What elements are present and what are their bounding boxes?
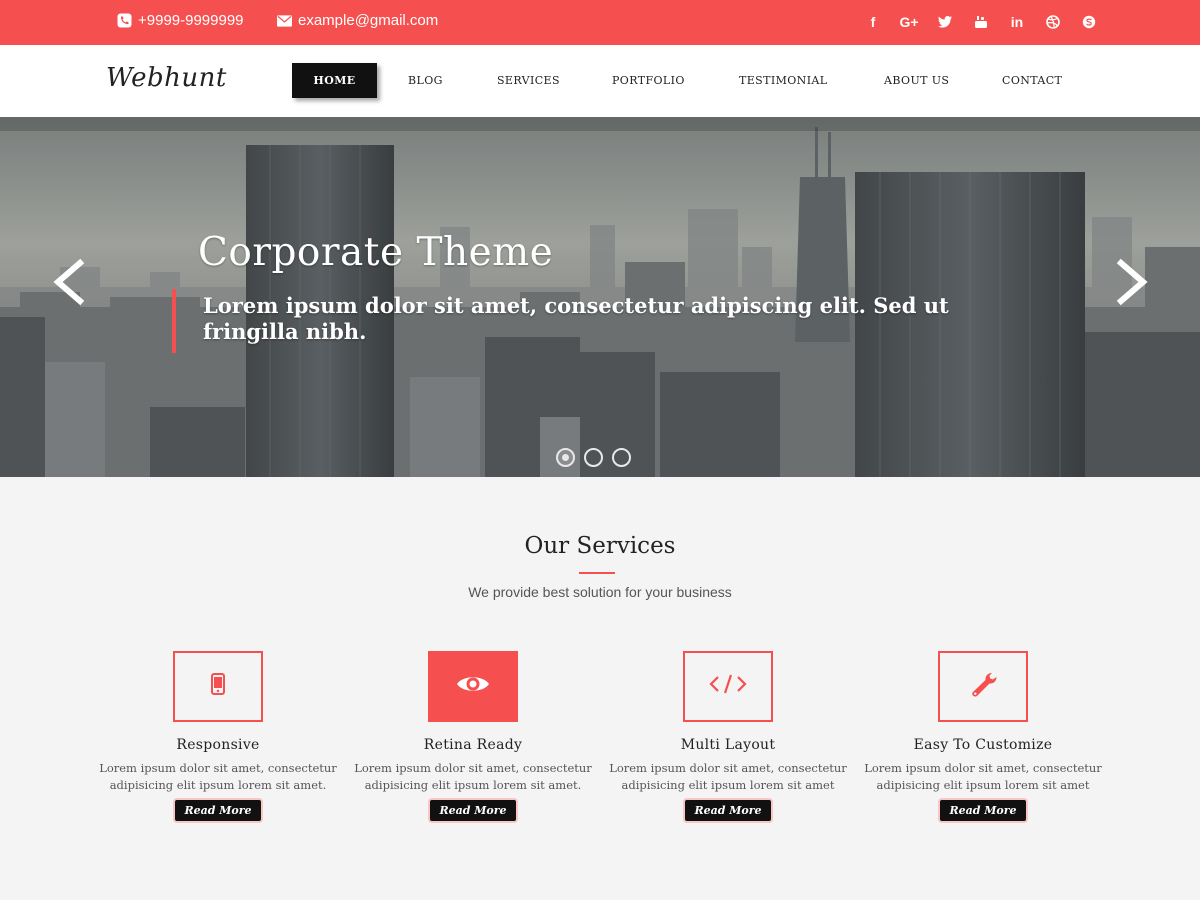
service-card-responsive: Responsive Lorem ipsum dolor sit amet, c…: [88, 651, 348, 821]
phone-contact[interactable]: +9999-9999999: [117, 12, 244, 29]
envelope-icon: [277, 13, 292, 28]
service-title: Easy To Customize: [913, 737, 1053, 753]
chevron-right-icon[interactable]: [1113, 257, 1153, 307]
hero-accent-bar: [172, 289, 176, 353]
read-more-button[interactable]: Read More: [175, 800, 261, 821]
service-title: Multi Layout: [680, 737, 776, 753]
eye-icon: [455, 673, 491, 700]
email-contact[interactable]: example@gmail.com: [277, 12, 438, 29]
service-icon-box: [173, 651, 263, 722]
email-address: example@gmail.com: [298, 12, 439, 29]
services-title: Our Services: [524, 533, 676, 559]
nav-item-blog[interactable]: BLOG: [408, 74, 443, 87]
skype-icon[interactable]: [1071, 12, 1107, 32]
slider-dots: [556, 448, 631, 467]
youtube-icon[interactable]: [963, 12, 999, 32]
read-more-button[interactable]: Read More: [685, 800, 771, 821]
phone-icon: [117, 13, 132, 28]
nav-item-contact[interactable]: CONTACT: [1002, 74, 1062, 87]
code-icon: [709, 673, 747, 700]
slider-dot-3[interactable]: [612, 448, 631, 467]
title-underline: [579, 572, 615, 574]
chevron-left-icon[interactable]: [48, 257, 88, 307]
read-more-button[interactable]: Read More: [430, 800, 516, 821]
linkedin-icon[interactable]: in: [999, 12, 1035, 32]
service-description: Lorem ipsum dolor sit amet, consectetur …: [99, 761, 337, 792]
nav-item-services[interactable]: SERVICES: [497, 74, 560, 87]
mobile-icon: [211, 673, 225, 700]
slider-dot-1[interactable]: [556, 448, 575, 467]
facebook-icon[interactable]: f: [855, 12, 891, 32]
nav-item-testimonial[interactable]: TESTIMONIAL: [739, 74, 828, 87]
service-title: Responsive: [176, 737, 260, 753]
nav-item-portfolio[interactable]: PORTFOLIO: [612, 74, 685, 87]
service-description: Lorem ipsum dolor sit amet, consectetur …: [354, 761, 592, 792]
hero-subtitle: Lorem ipsum dolor sit amet, consectetur …: [203, 293, 949, 344]
site-header: Webhunt HOME BLOG SERVICES PORTFOLIO TES…: [0, 45, 1200, 117]
nav-item-home[interactable]: HOME: [292, 63, 377, 98]
twitter-icon[interactable]: [927, 12, 963, 32]
hero-slider: Corporate Theme Lorem ipsum dolor sit am…: [0, 117, 1200, 477]
service-description: Lorem ipsum dolor sit amet, consectetur …: [609, 761, 847, 792]
service-icon-box: [938, 651, 1028, 722]
google-plus-icon[interactable]: G+: [891, 12, 927, 32]
phone-number: +9999-9999999: [138, 12, 244, 29]
nav-item-about-us[interactable]: ABOUT US: [884, 74, 949, 87]
top-bar: +9999-9999999 example@gmail.com f G+ in: [0, 0, 1200, 45]
read-more-button[interactable]: Read More: [940, 800, 1026, 821]
slider-dot-2[interactable]: [584, 448, 603, 467]
service-icon-box: [428, 651, 518, 722]
service-card-easy-to-customize: Easy To Customize Lorem ipsum dolor sit …: [853, 651, 1113, 821]
service-card-retina-ready: Retina Ready Lorem ipsum dolor sit amet,…: [343, 651, 603, 821]
service-icon-box: [683, 651, 773, 722]
social-links: f G+ in: [855, 12, 1107, 32]
wrench-icon: [966, 671, 1000, 702]
service-description: Lorem ipsum dolor sit amet, consectetur …: [864, 761, 1102, 792]
hero-title: Corporate Theme: [198, 230, 554, 275]
dribbble-icon[interactable]: [1035, 12, 1071, 32]
site-logo[interactable]: Webhunt: [106, 63, 227, 93]
service-title: Retina Ready: [423, 737, 523, 753]
service-card-multi-layout: Multi Layout Lorem ipsum dolor sit amet,…: [598, 651, 858, 821]
services-subtitle: We provide best solution for your busine…: [468, 584, 732, 600]
